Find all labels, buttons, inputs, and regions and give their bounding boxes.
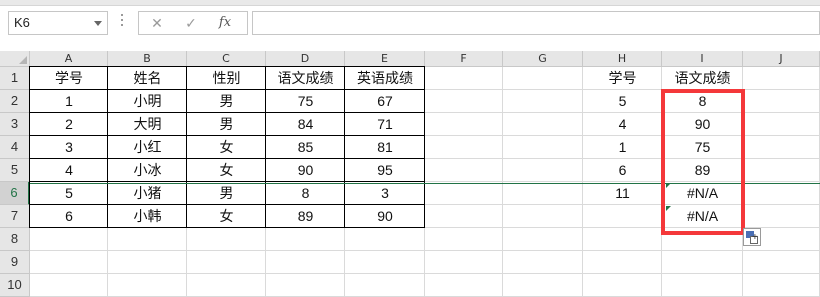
table-cell[interactable]: 81	[345, 136, 425, 159]
chevron-down-icon[interactable]	[94, 21, 102, 26]
paste-options-icon[interactable]: +	[743, 228, 761, 246]
header-cell[interactable]: 语文成绩	[266, 67, 345, 90]
table-cell[interactable]: 女	[187, 159, 266, 182]
row-header-6[interactable]: 6	[0, 182, 30, 205]
row-header-8[interactable]: 8	[0, 228, 30, 251]
error-indicator-icon[interactable]	[666, 183, 671, 188]
column-header-f[interactable]: F	[425, 51, 503, 67]
highlight-box	[661, 89, 745, 235]
column-header-h[interactable]: H	[583, 51, 662, 67]
table-cell[interactable]: 75	[266, 90, 345, 113]
table-cell[interactable]: 2	[30, 113, 108, 136]
formula-bar: K6 ✕ ✓ fx	[0, 0, 820, 44]
formula-input[interactable]	[252, 11, 820, 35]
select-all-corner[interactable]	[0, 51, 30, 67]
column-header-g[interactable]: G	[503, 51, 583, 67]
table-cell[interactable]: 小红	[108, 136, 187, 159]
ribbon-edge	[0, 0, 820, 6]
table-cell[interactable]: 67	[345, 90, 425, 113]
table-cell[interactable]: 8	[266, 182, 345, 205]
gridline	[502, 67, 503, 297]
table-cell[interactable]: 11	[583, 182, 662, 205]
row-header-5[interactable]: 5	[0, 159, 30, 182]
gridline	[30, 250, 820, 251]
header-cell[interactable]: 语文成绩	[662, 67, 743, 90]
table-cell[interactable]: 1	[30, 90, 108, 113]
table-cell[interactable]: 男	[187, 113, 266, 136]
table-cell[interactable]: 95	[345, 159, 425, 182]
insert-function-icon[interactable]: fx	[213, 14, 237, 32]
name-box-value: K6	[14, 15, 30, 30]
column-header-i[interactable]: I	[662, 51, 743, 67]
table-cell[interactable]: 89	[266, 205, 345, 228]
column-header-c[interactable]: C	[187, 51, 266, 67]
table-cell[interactable]: 大明	[108, 113, 187, 136]
table-cell[interactable]: 小明	[108, 90, 187, 113]
column-header-a[interactable]: A	[30, 51, 108, 67]
table-cell[interactable]: 6	[583, 159, 662, 182]
table-cell[interactable]: 90	[345, 205, 425, 228]
table-cell[interactable]: 6	[30, 205, 108, 228]
spreadsheet-grid[interactable]: ABCDEFGHIJ 1 2 3 4 5 6 7 8 9 10 学号 姓名 性别 语文成绩 英语成绩 1 小明…	[0, 44, 820, 297]
header-cell[interactable]: 英语成绩	[345, 67, 425, 90]
row-header-4[interactable]: 4	[0, 136, 30, 159]
table-cell[interactable]: 85	[266, 136, 345, 159]
cancel-icon[interactable]: ✕	[145, 14, 169, 32]
header-cell[interactable]: 姓名	[108, 67, 187, 90]
row-header-9[interactable]: 9	[0, 251, 30, 274]
table-cell[interactable]: 71	[345, 113, 425, 136]
table-cell[interactable]: 3	[30, 136, 108, 159]
drag-handle-icon[interactable]	[120, 14, 124, 32]
row-header-7[interactable]: 7	[0, 205, 30, 228]
row-header-1[interactable]: 1	[0, 67, 30, 90]
header-cell[interactable]: 学号	[30, 67, 108, 90]
column-header-j[interactable]: J	[743, 51, 820, 67]
formula-buttons: ✕ ✓ fx	[138, 11, 248, 35]
table-cell[interactable]: 男	[187, 90, 266, 113]
row-header-10[interactable]: 10	[0, 274, 30, 297]
header-cell[interactable]: 性别	[187, 67, 266, 90]
gridline	[30, 273, 820, 274]
row-header-2[interactable]: 2	[0, 90, 30, 113]
column-header-b[interactable]: B	[108, 51, 187, 67]
row-header-3[interactable]: 3	[0, 113, 30, 136]
name-box[interactable]: K6	[8, 11, 108, 35]
table-cell[interactable]: 3	[345, 182, 425, 205]
table-cell[interactable]: 90	[266, 159, 345, 182]
table-cell[interactable]: 小猪	[108, 182, 187, 205]
table-cell[interactable]: 84	[266, 113, 345, 136]
column-header-e[interactable]: E	[345, 51, 425, 67]
column-header-d[interactable]: D	[266, 51, 345, 67]
table-cell[interactable]: 女	[187, 136, 266, 159]
table-cell[interactable]: 男	[187, 182, 266, 205]
table-cell[interactable]: 小冰	[108, 159, 187, 182]
table-cell[interactable]: 4	[30, 159, 108, 182]
header-cell[interactable]: 学号	[583, 67, 662, 90]
table-cell[interactable]: 4	[583, 113, 662, 136]
error-indicator-icon[interactable]	[666, 206, 671, 211]
table-cell[interactable]: 5	[30, 182, 108, 205]
table-cell[interactable]: 女	[187, 205, 266, 228]
enter-icon[interactable]: ✓	[179, 14, 203, 32]
table-cell[interactable]: 小韩	[108, 205, 187, 228]
table-cell[interactable]: 1	[583, 136, 662, 159]
table-cell[interactable]: 5	[583, 90, 662, 113]
